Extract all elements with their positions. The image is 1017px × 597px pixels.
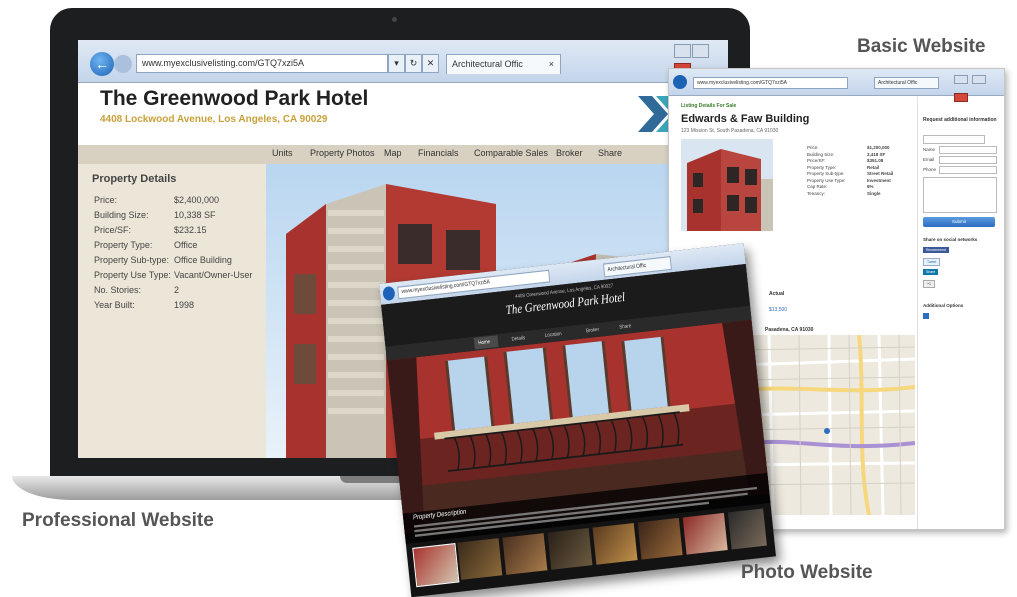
refresh-icon[interactable]: ↻	[405, 54, 422, 73]
contact-select[interactable]	[923, 135, 985, 144]
detail-value: 1998	[174, 300, 195, 310]
message-textarea[interactable]	[923, 177, 997, 213]
detail-label: Year Built:	[94, 300, 135, 310]
basic-property-photo	[681, 139, 773, 231]
print-icon[interactable]	[923, 313, 929, 319]
caption-basic-website: Basic Website	[857, 36, 986, 57]
submit-button[interactable]: Submit	[923, 217, 995, 227]
nav-broker[interactable]: Broker	[556, 148, 583, 158]
thumbnail[interactable]	[502, 533, 548, 575]
dropdown-icon[interactable]: ▾	[388, 54, 405, 73]
fact-label: Property Sub-type:	[807, 171, 845, 176]
page-title: The Greenwood Park Hotel	[100, 87, 369, 110]
email-label: Email	[923, 157, 935, 162]
detail-label: Price:	[94, 195, 118, 205]
forward-arrow-icon[interactable]	[114, 55, 132, 73]
thumbnail[interactable]	[637, 517, 683, 560]
basic-address-bar[interactable]: www.myexclusivelisting.com/GTQ7xzi5A	[693, 77, 848, 89]
thumbnail[interactable]	[547, 528, 593, 570]
fact-label: Price/SF:	[807, 158, 826, 163]
fact-label: Cap Rate:	[807, 184, 828, 189]
nav-financials[interactable]: Financials	[418, 148, 459, 158]
window-controls	[674, 44, 724, 77]
fact-label: Tenancy:	[807, 190, 826, 196]
basic-maximize-icon[interactable]	[972, 75, 987, 84]
basic-back-icon[interactable]	[673, 75, 687, 89]
thumbnail[interactable]	[412, 542, 460, 588]
address-bar[interactable]: www.myexclusivelisting.com/GTQ7xzi5A	[136, 54, 388, 73]
thumbnail[interactable]	[682, 512, 728, 555]
site-nav	[78, 145, 728, 164]
minimize-icon[interactable]	[674, 44, 691, 58]
detail-value: Vacant/Owner-User	[174, 270, 253, 280]
thumbnail[interactable]	[457, 538, 503, 580]
tweet-button[interactable]: Tweet	[923, 258, 941, 266]
webcam-icon	[392, 17, 397, 22]
fact-value: Single	[867, 190, 881, 196]
basic-page-address: 123 Mission St, South Pasadena, CA 91030	[681, 128, 779, 134]
basic-facts-table: Price: $1,200,000 Building Size: 3,418 SF …	[807, 145, 917, 197]
detail-value: $232.15	[174, 225, 207, 235]
basic-browser-tab[interactable]: Architectural Offic	[874, 77, 939, 89]
basic-sidebar-divider	[917, 97, 918, 529]
caption-photo-website: Photo Website	[741, 562, 873, 583]
name-field[interactable]	[939, 146, 997, 154]
property-details-title: Property Details	[92, 173, 177, 185]
basic-breadcrumb[interactable]: Listing Details For Sale	[681, 103, 736, 109]
detail-label: Price/SF:	[94, 225, 132, 235]
photo-website-window: www.myexclusivelisting.com/GTQ7xzi5A Arc…	[379, 243, 776, 597]
detail-label: Property Use Type:	[94, 270, 171, 280]
share-title: Share on social networks	[923, 237, 978, 242]
thumbnail[interactable]	[592, 522, 638, 565]
property-details-panel	[78, 164, 266, 458]
nav-units[interactable]: Units	[272, 148, 293, 158]
detail-value: 2	[174, 285, 180, 295]
actual-value: $13,500	[769, 307, 788, 313]
nav-property-photos[interactable]: Property Photos	[310, 148, 375, 158]
map-caption: Pasadena, CA 91030	[765, 327, 814, 333]
caption-professional-website: Professional Website	[22, 510, 214, 531]
page-subtitle: 4408 Lockwood Avenue, Los Angeles, CA 90…	[100, 114, 328, 125]
detail-label: Property Sub-type:	[94, 255, 170, 265]
fact-label: Building Size:	[807, 151, 835, 157]
back-arrow-icon[interactable]: ←	[90, 52, 114, 76]
plus-one-button[interactable]: +1	[923, 280, 935, 288]
linkedin-share-button[interactable]: Share	[923, 269, 939, 275]
fact-label: Price:	[807, 145, 819, 150]
basic-page-title: Edwards & Faw Building	[681, 113, 810, 125]
detail-value: $2,400,000	[174, 195, 220, 205]
fact-label: Property Use Type:	[807, 177, 846, 183]
phone-label: Phone	[923, 167, 937, 172]
detail-value: Office	[174, 240, 198, 250]
detail-label: Building Size:	[94, 210, 149, 220]
detail-value: 10,338 SF	[174, 210, 216, 220]
fact-label: Property Type:	[807, 164, 837, 170]
thumbnail[interactable]	[727, 508, 767, 550]
tab-label: Architectural Offic	[452, 59, 523, 69]
additional-options-title: Additional Options	[923, 303, 964, 308]
facebook-recommend-button[interactable]: Recommend	[923, 247, 949, 253]
detail-label: No. Stories:	[94, 285, 142, 295]
detail-value: Office Building	[174, 255, 232, 265]
maximize-icon[interactable]	[692, 44, 709, 58]
phone-field[interactable]	[939, 166, 997, 174]
basic-window-controls	[954, 71, 1000, 102]
request-info-title: Request additional information	[923, 117, 997, 123]
nav-comparable-sales[interactable]: Comparable Sales	[474, 148, 548, 158]
name-label: Name	[923, 147, 936, 152]
actual-label: Actual	[769, 291, 785, 297]
stop-icon[interactable]: ✕	[422, 54, 439, 73]
tab-close-icon[interactable]: ×	[549, 55, 554, 74]
browser-tab[interactable]: Architectural Offic ×	[446, 54, 561, 74]
nav-share[interactable]: Share	[598, 148, 622, 158]
basic-close-icon[interactable]	[954, 93, 968, 102]
detail-label: Property Type:	[94, 240, 153, 250]
nav-map[interactable]: Map	[384, 148, 402, 158]
email-field[interactable]	[939, 156, 997, 164]
basic-minimize-icon[interactable]	[954, 75, 968, 84]
